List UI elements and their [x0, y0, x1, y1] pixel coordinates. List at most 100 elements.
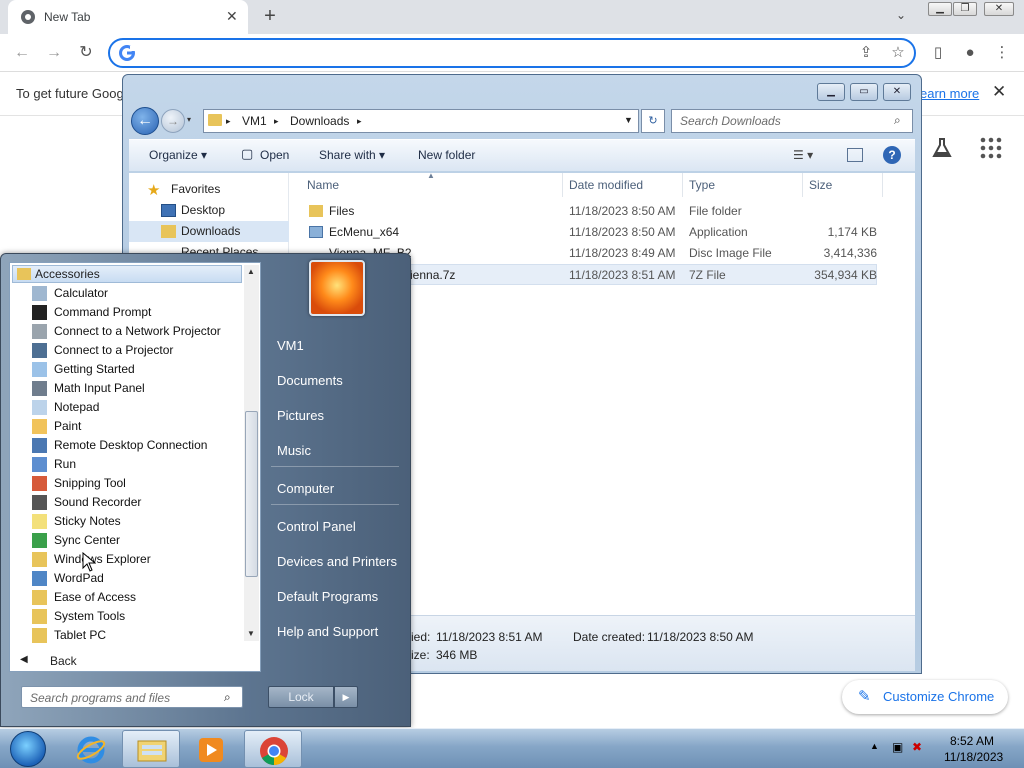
program-icon: [32, 552, 47, 567]
program-label: Ease of Access: [54, 590, 137, 604]
explorer-close-icon[interactable]: ✕: [883, 83, 911, 101]
learn-more-link[interactable]: earn more: [920, 86, 979, 101]
tab-new-tab[interactable]: New Tab ✕: [8, 0, 248, 34]
program-label: Sound Recorder: [54, 495, 142, 509]
explorer-back-icon[interactable]: ←: [131, 107, 159, 135]
start-button[interactable]: [6, 729, 50, 768]
program-label: Windows Explorer: [54, 552, 151, 566]
address-bar[interactable]: ▸ VM1 ▸ Downloads ▸ ▼: [203, 109, 639, 133]
organize-button[interactable]: Organize ▾: [149, 148, 207, 162]
clock-date[interactable]: 11/18/2023: [944, 750, 1003, 764]
recent-pages-icon[interactable]: ▾: [187, 115, 191, 124]
search-downloads-input[interactable]: Search Downloads ⌕: [671, 109, 913, 133]
back-arrow-icon[interactable]: ←: [10, 42, 34, 64]
file-name: Files: [329, 204, 355, 218]
separator: [271, 504, 399, 505]
bookmark-star-icon[interactable]: ☆: [888, 43, 908, 63]
column-date-modified[interactable]: Date modified: [563, 173, 683, 197]
omnibox[interactable]: [108, 38, 916, 68]
refresh-icon[interactable]: ↻: [641, 109, 665, 133]
chevron-right-icon[interactable]: ▸: [226, 116, 231, 127]
document-icon: ▢: [241, 146, 254, 161]
address-dropdown-icon[interactable]: ▼: [624, 115, 633, 125]
start-link[interactable]: Documents: [277, 373, 343, 388]
close-icon[interactable]: ✕: [984, 2, 1014, 16]
customize-chrome-button[interactable]: ✎ Customize Chrome: [842, 680, 1008, 714]
internet-explorer-icon[interactable]: [62, 730, 120, 768]
file-date: 11/18/2023 8:50 AM: [569, 225, 676, 239]
lock-button[interactable]: Lock: [268, 686, 334, 708]
nav-favorites[interactable]: ★ Favorites: [129, 179, 289, 200]
start-link[interactable]: Computer: [277, 481, 334, 496]
more-menu-icon[interactable]: ⋮: [992, 43, 1012, 63]
change-view-icon[interactable]: ☰ ▾: [793, 148, 813, 162]
file-type: File folder: [689, 204, 742, 218]
open-button[interactable]: Open: [260, 148, 289, 162]
explorer-minimize-icon[interactable]: ▁: [817, 83, 845, 101]
start-link[interactable]: Help and Support: [277, 624, 378, 639]
reload-icon[interactable]: ↻: [74, 42, 98, 64]
file-row[interactable]: Files 11/18/2023 8:50 AM File folder: [297, 201, 877, 222]
start-link[interactable]: Control Panel: [277, 519, 356, 534]
accessories-folder[interactable]: Accessories: [12, 265, 242, 283]
program-label: Calculator: [54, 286, 109, 300]
start-link[interactable]: Music: [277, 443, 311, 458]
google-apps-icon[interactable]: [980, 137, 1002, 159]
nav-downloads-label: Downloads: [181, 224, 241, 238]
share-icon[interactable]: ⇪: [856, 43, 876, 63]
user-picture[interactable]: [309, 260, 365, 316]
size-label: ize:: [411, 648, 430, 662]
explorer-maximize-icon[interactable]: ▭: [850, 83, 878, 101]
labs-flask-icon[interactable]: [930, 136, 954, 160]
start-search-placeholder: Search programs and files: [30, 691, 171, 705]
start-link[interactable]: Devices and Printers: [277, 554, 397, 569]
clock-time[interactable]: 8:52 AM: [950, 734, 994, 748]
program-label: Tablet PC: [54, 628, 107, 642]
breadcrumb-downloads[interactable]: Downloads: [290, 114, 349, 128]
windows-explorer-icon[interactable]: [122, 730, 180, 768]
command-bar: Organize ▾ ▢ Open Share with ▾ New folde…: [129, 139, 915, 171]
column-type[interactable]: Type: [683, 173, 803, 197]
shutdown-options-icon[interactable]: ▶: [334, 686, 358, 708]
start-link[interactable]: VM1: [277, 338, 304, 353]
chrome-taskbar-icon[interactable]: [244, 730, 302, 768]
mouse-cursor-icon: [82, 552, 96, 572]
column-name[interactable]: Name: [289, 173, 563, 197]
back-button[interactable]: ◀ Back: [10, 651, 260, 671]
start-search-input[interactable]: Search programs and files ⌕: [21, 686, 243, 708]
nav-desktop[interactable]: Desktop: [129, 200, 289, 221]
nav-downloads[interactable]: Downloads: [129, 221, 289, 242]
programs-scrollbar[interactable]: ▲ ▼: [244, 265, 259, 641]
created-value: 11/18/2023 8:50 AM: [647, 630, 754, 644]
file-row[interactable]: EcMenu_x64 11/18/2023 8:50 AM Applicatio…: [297, 222, 877, 243]
column-size[interactable]: Size: [803, 173, 883, 197]
help-icon[interactable]: ?: [883, 146, 901, 164]
new-folder-button[interactable]: New folder: [418, 148, 475, 162]
scroll-thumb[interactable]: [245, 411, 258, 577]
start-link[interactable]: Default Programs: [277, 589, 378, 604]
explorer-forward-icon[interactable]: →: [161, 109, 185, 133]
minimize-icon[interactable]: ▁: [928, 2, 952, 16]
tab-search-icon[interactable]: ⌄: [896, 8, 906, 22]
share-with-button[interactable]: Share with ▾: [319, 148, 385, 162]
chevron-right-icon[interactable]: ▸: [274, 116, 279, 127]
breadcrumb-vm1[interactable]: VM1: [242, 114, 267, 128]
preview-pane-icon[interactable]: [847, 148, 863, 162]
restore-icon[interactable]: ❐: [953, 2, 977, 16]
scroll-up-icon[interactable]: ▲: [247, 267, 255, 276]
modified-value: 11/18/2023 8:51 AM: [436, 630, 543, 644]
new-tab-button[interactable]: +: [258, 4, 282, 28]
network-icon[interactable]: ▣: [892, 740, 903, 754]
profile-icon[interactable]: ●: [960, 43, 980, 63]
start-link[interactable]: Pictures: [277, 408, 324, 423]
infobar-close-icon[interactable]: ✕: [992, 82, 1006, 102]
search-placeholder: Search Downloads: [680, 114, 781, 128]
show-hidden-icons[interactable]: ▲: [870, 741, 879, 751]
chevron-right-icon[interactable]: ▸: [357, 116, 362, 127]
forward-arrow-icon[interactable]: →: [42, 42, 66, 64]
volume-muted-icon[interactable]: ✖: [912, 740, 922, 754]
tab-close-icon[interactable]: ✕: [226, 8, 238, 25]
scroll-down-icon[interactable]: ▼: [247, 629, 255, 638]
media-player-icon[interactable]: [182, 730, 240, 768]
side-panel-icon[interactable]: ▯: [928, 43, 948, 63]
